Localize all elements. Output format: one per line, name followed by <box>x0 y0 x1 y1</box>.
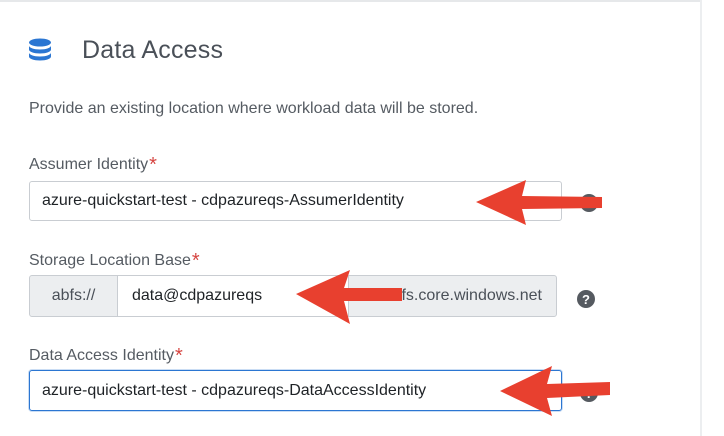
annotation-arrow <box>500 366 610 416</box>
required-asterisk: * <box>149 154 157 176</box>
section-description: Provide an existing location where workl… <box>29 100 479 117</box>
annotation-arrow <box>476 180 602 225</box>
help-icon[interactable]: ? <box>577 290 595 308</box>
storage-location-value: data@cdpazureqs <box>132 287 263 304</box>
section-title: Data Access <box>82 36 224 64</box>
database-icon <box>29 38 51 61</box>
annotation-arrow <box>296 270 402 324</box>
data-access-identity-value: azure-quickstart-test - cdpazureqs-DataA… <box>42 381 427 399</box>
storage-location-label-text: Storage Location Base <box>29 252 191 269</box>
right-divider <box>700 0 702 436</box>
data-access-identity-label: Data Access Identity* <box>29 343 183 367</box>
assumer-identity-label: Assumer Identity* <box>29 152 157 176</box>
data-access-identity-field[interactable]: azure-quickstart-test - cdpazureqs-DataA… <box>29 370 562 411</box>
required-asterisk: * <box>191 250 200 272</box>
assumer-identity-label-text: Assumer Identity <box>29 156 149 173</box>
top-divider <box>0 0 700 2</box>
required-asterisk: * <box>174 345 183 367</box>
storage-location-label: Storage Location Base* <box>29 248 200 272</box>
data-access-identity-label-text: Data Access Identity <box>29 347 174 364</box>
assumer-identity-value: azure-quickstart-test - cdpazureqs-Assum… <box>42 192 404 209</box>
storage-prefix-addon: abfs:// <box>29 275 118 317</box>
